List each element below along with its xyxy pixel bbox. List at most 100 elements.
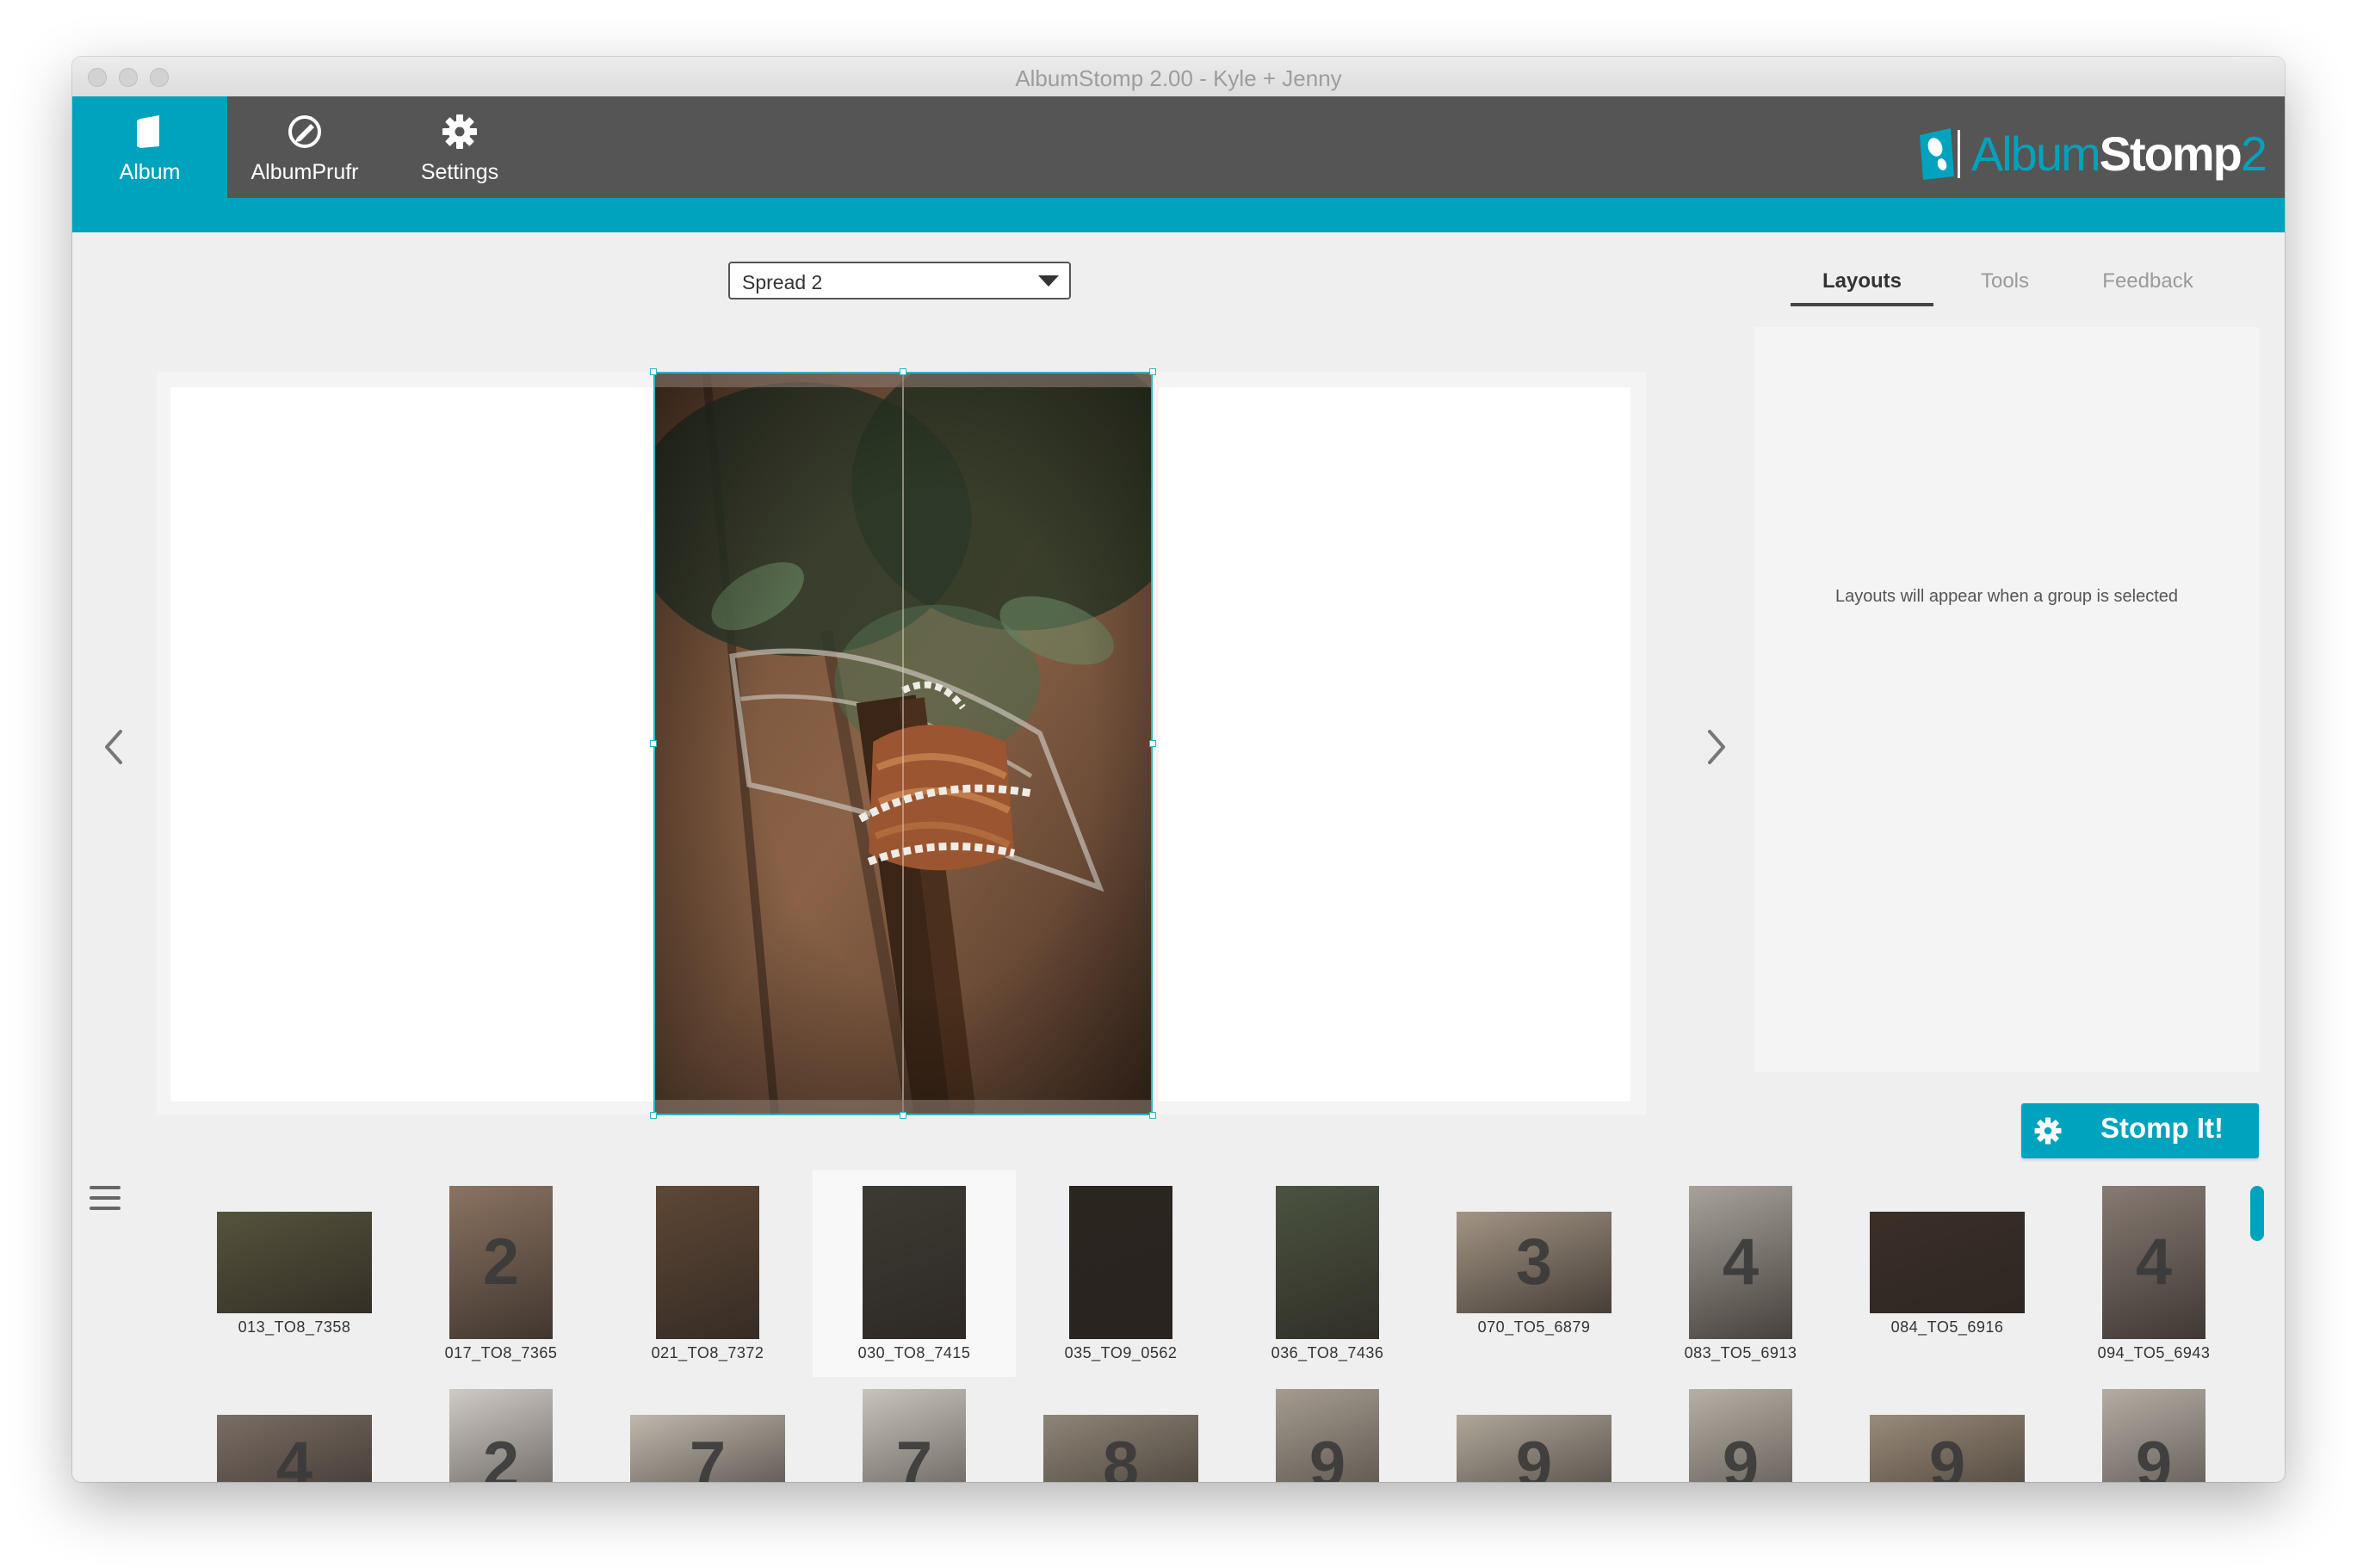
gear-icon (442, 114, 477, 149)
group-count-badge: 7 (895, 1429, 933, 1483)
stomp-it-button[interactable]: Stomp It! (2021, 1103, 2259, 1158)
group-count-badge: 9 (1308, 1429, 1346, 1483)
thumbnail-image: 2 (449, 1389, 553, 1482)
thumbnail-item[interactable]: 036_TO8_7436 (1226, 1170, 1429, 1377)
chevron-left-icon[interactable] (96, 721, 131, 773)
spread-select[interactable]: Spread 2 (728, 262, 1071, 299)
group-count-badge: 9 (1928, 1429, 1966, 1483)
thumbnail-item[interactable]: 084_TO5_6916 (1846, 1170, 2049, 1377)
thumbnail-filename: 021_TO8_7372 (651, 1344, 764, 1361)
albumstomp-logo: Album Stomp 2 (1916, 127, 2267, 181)
tab-feedback[interactable]: Feedback (2076, 260, 2219, 306)
thumbnail-image: 7 (863, 1389, 966, 1482)
thumbnail-item-row2[interactable]: 7 (606, 1374, 809, 1482)
group-count-badge: 7 (689, 1429, 727, 1483)
nav-settings-button[interactable]: Settings (382, 96, 537, 198)
window-title: AlbumStomp 2.00 - Kyle + Jenny (1015, 65, 1342, 91)
thumbnail-item[interactable]: 013_TO8_7358 (193, 1170, 396, 1377)
nav-albumprufr-button[interactable]: AlbumPrufr (227, 96, 382, 198)
thumbnail-item[interactable]: 030_TO8_7415 (813, 1170, 1016, 1377)
thumbnail-item[interactable]: 035_TO9_0562 (1019, 1170, 1222, 1377)
logo-icon (1919, 128, 1960, 180)
resize-handle-top[interactable] (900, 368, 906, 375)
nav-album-label: Album (119, 160, 181, 184)
spread-photo[interactable] (653, 372, 1153, 1115)
resize-handle-top-right[interactable] (1149, 368, 1156, 375)
album-icon (137, 115, 159, 148)
thumbnail-filename: 084_TO5_6916 (1890, 1318, 2004, 1336)
thumbnail-image (1276, 1186, 1379, 1339)
thumbnail-filename: 030_TO8_7415 (857, 1344, 971, 1361)
thumbnail-filename: 083_TO5_6913 (1684, 1344, 1797, 1361)
group-count-badge: 9 (1722, 1429, 1760, 1483)
logo-text-album: Album (1970, 127, 2101, 181)
thumbnail-filename: 070_TO5_6879 (1477, 1318, 1591, 1336)
thumbnail-item-row2[interactable]: 9 (1639, 1374, 1842, 1482)
strip-scrollbar[interactable] (2250, 1186, 2264, 1241)
thumbnail-image: 2 (449, 1186, 553, 1339)
tab-layouts[interactable]: Layouts (1791, 260, 1933, 306)
prufr-icon (288, 115, 321, 148)
thumbnail-item-row2[interactable]: 2 (399, 1374, 603, 1482)
thumbnail-item-row2[interactable]: 9 (1432, 1374, 1636, 1482)
group-count-badge: 2 (482, 1225, 520, 1299)
group-count-badge: 3 (1515, 1225, 1553, 1299)
thumbnail-item[interactable]: 2 017_TO8_7365 (399, 1170, 603, 1377)
thumbnail-image: 4 (2102, 1186, 2205, 1339)
thumbnail-image: 4 (217, 1415, 372, 1482)
thumbnail-image: 3 (1457, 1212, 1612, 1313)
thumbnail-item[interactable]: 3 070_TO5_6879 (1432, 1170, 1636, 1377)
thumbnail-image: 9 (1276, 1389, 1379, 1482)
thumbnail-image: 9 (1689, 1389, 1792, 1482)
thumbnail-image: 9 (2102, 1389, 2205, 1482)
chevron-right-icon[interactable] (1699, 721, 1734, 773)
nav-settings-label: Settings (420, 160, 499, 184)
resize-handle-left[interactable] (650, 740, 657, 747)
thumbnail-item-row2[interactable]: 4 (193, 1374, 396, 1482)
thumbnail-item-row2[interactable]: 9 (1226, 1374, 1429, 1482)
thumbnail-item-row2[interactable]: 8 (1019, 1374, 1222, 1482)
resize-handle-bottom[interactable] (900, 1112, 906, 1119)
resize-handle-right[interactable] (1149, 740, 1156, 747)
thumbnail-item[interactable]: 4 094_TO5_6943 (2052, 1170, 2255, 1377)
thumbnail-image (1069, 1186, 1172, 1339)
thumbnail-strip: 013_TO8_7358 2 017_TO8_7365 021_TO8_7372 030… (145, 1170, 2285, 1482)
thumbnail-filename: 036_TO8_7436 (1271, 1344, 1384, 1361)
group-count-badge: 8 (1102, 1429, 1140, 1483)
spread-right-page[interactable] (1159, 387, 1630, 1102)
menu-icon[interactable] (90, 1186, 121, 1210)
resize-handle-top-left[interactable] (650, 368, 657, 375)
tab-tools[interactable]: Tools (1933, 260, 2076, 306)
thumbnail-item[interactable]: 021_TO8_7372 (606, 1170, 809, 1377)
panel-tabs: Layouts Tools Feedback (1791, 260, 2221, 306)
resize-handle-bottom-right[interactable] (1149, 1112, 1156, 1119)
title-bar: AlbumStomp 2.00 - Kyle + Jenny (72, 57, 2285, 97)
layouts-empty-message: Layouts will appear when a group is sele… (1834, 587, 2179, 606)
group-count-badge: 2 (482, 1429, 520, 1483)
group-count-badge: 9 (2135, 1429, 2173, 1483)
layouts-panel: Layouts will appear when a group is sele… (1754, 327, 2259, 1072)
group-count-badge: 9 (1515, 1429, 1553, 1483)
group-count-badge: 4 (2135, 1225, 2173, 1299)
thumbnail-item-row2[interactable]: 9 (1846, 1374, 2049, 1482)
thumbnail-image (656, 1186, 759, 1339)
spread-left-page[interactable] (170, 387, 656, 1102)
nav-albumprufr-label: AlbumPrufr (251, 160, 359, 184)
thumbnail-item-row2[interactable]: 7 (813, 1374, 1016, 1482)
nav-album-button[interactable]: Album (72, 96, 227, 198)
thumbnail-item[interactable]: 4 083_TO5_6913 (1639, 1170, 1842, 1377)
resize-handle-bottom-left[interactable] (650, 1112, 657, 1119)
logo-text-version: 2 (2240, 127, 2267, 181)
thumbnail-image: 9 (1457, 1415, 1612, 1482)
thumbnail-filename: 094_TO5_6943 (2097, 1344, 2211, 1361)
stomp-it-label: Stomp It! (2100, 1112, 2224, 1144)
thumbnail-item-row2[interactable]: 9 (2052, 1374, 2255, 1482)
thumbnail-image (1870, 1212, 2025, 1313)
thumbnail-filename: 017_TO8_7365 (444, 1344, 558, 1361)
gear-icon (2034, 1117, 2062, 1145)
logo-text-stomp: Stomp (2099, 127, 2243, 181)
thumbnail-image: 9 (1870, 1415, 2025, 1482)
thumbnail-filename: 013_TO8_7358 (238, 1318, 351, 1336)
thumbnail-image (863, 1186, 966, 1339)
thumbnail-image (217, 1212, 372, 1313)
